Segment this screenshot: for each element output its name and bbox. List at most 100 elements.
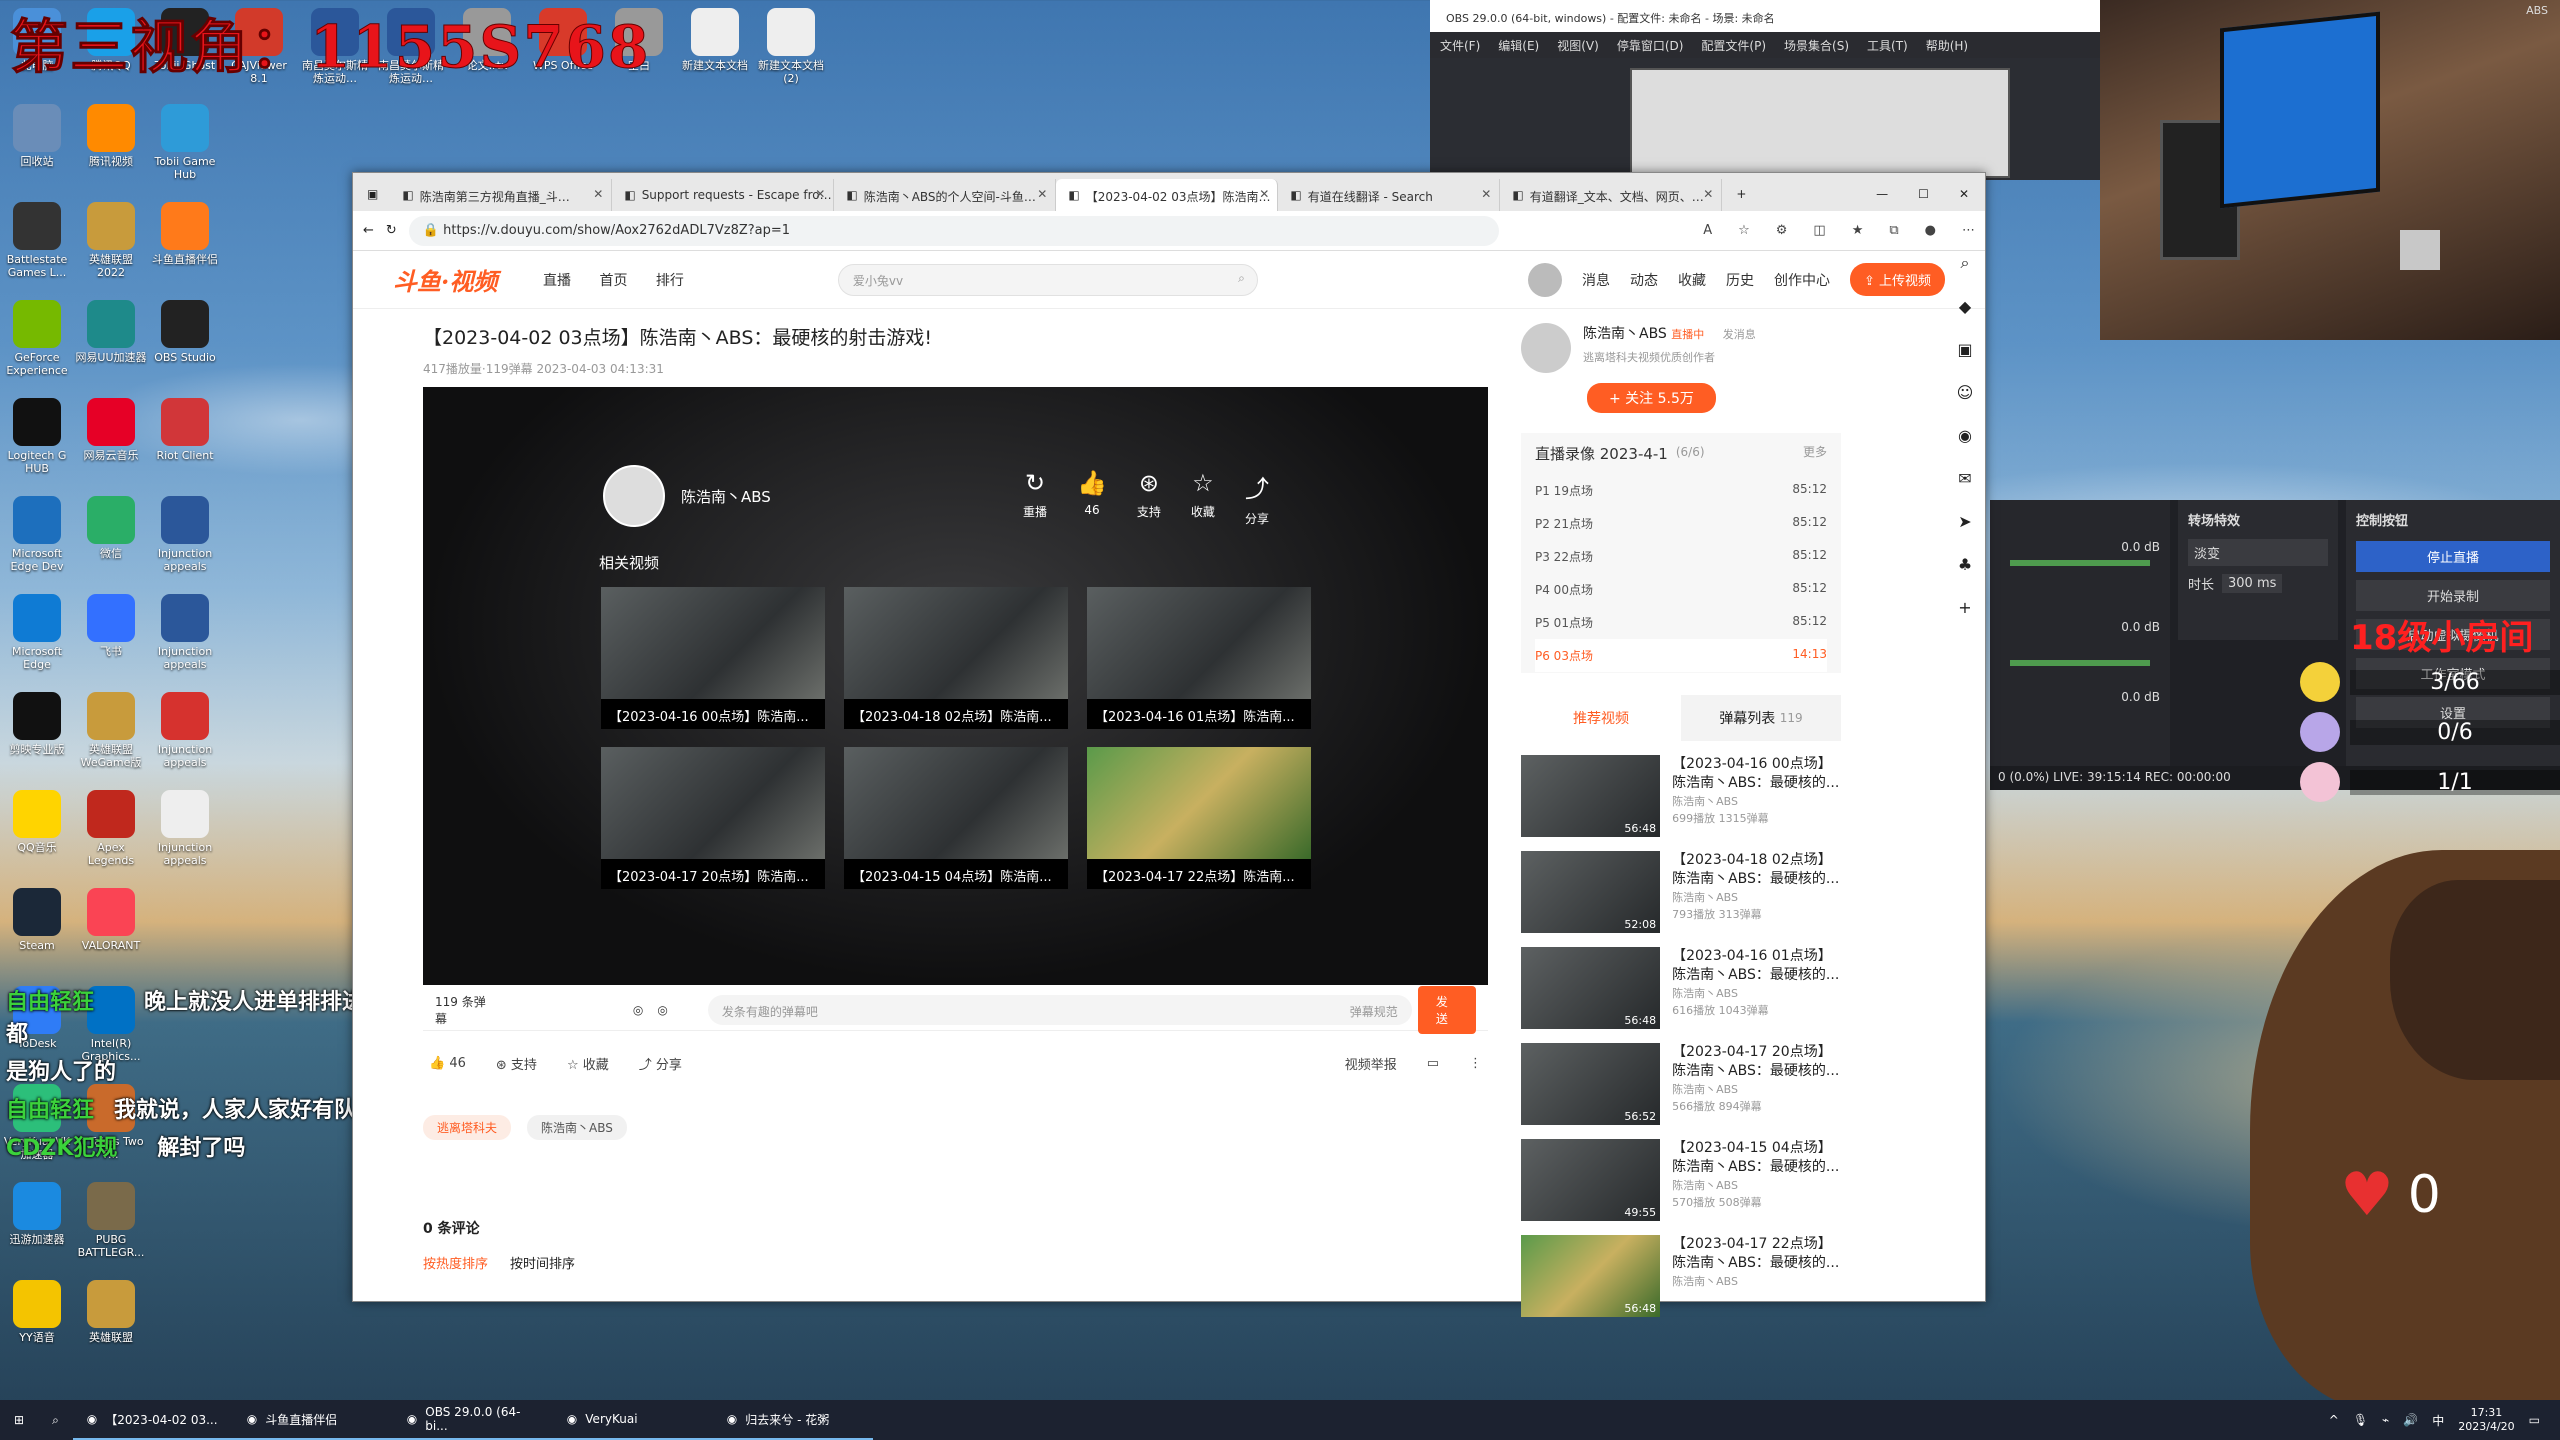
desktop-icon[interactable]: 新建文本文档 (2) (754, 8, 828, 85)
toolbox-icon[interactable]: ▣ (1957, 340, 1972, 359)
desktop-icon[interactable]: 网易云音乐 (74, 398, 148, 462)
desktop-icon[interactable]: Battlestate Games L... (0, 202, 74, 279)
send-danmaku-button[interactable]: 发送 (1417, 985, 1476, 1034)
desktop-icon[interactable]: 微信 (74, 496, 148, 560)
playlist-item[interactable]: P6 03点场 14:13 (1535, 639, 1827, 672)
share-button[interactable]: ⤴ 分享 (1245, 469, 1269, 527)
send-message-link[interactable]: 发消息 (1723, 328, 1756, 341)
desktop-icon[interactable]: 回收站 (0, 104, 74, 168)
maximize-icon[interactable]: ☐ (1918, 187, 1929, 201)
site-search-input[interactable]: 爱小兔vv ⌕ (837, 263, 1258, 296)
share-action[interactable]: ⤴ 分享 (639, 1054, 682, 1073)
desktop-icon[interactable]: Microsoft Edge (0, 594, 74, 671)
playlist-item[interactable]: P2 21点场 85:12 (1535, 507, 1827, 540)
like-button[interactable]: 👍 46 (1077, 469, 1107, 527)
desktop-icon[interactable]: 斗鱼直播伴侣 (148, 202, 222, 266)
taskbar-app[interactable]: ◉ OBS 29.0.0 (64-bi... (392, 1400, 553, 1440)
office-icon[interactable]: ◉ (1958, 426, 1972, 445)
tag[interactable]: 逃离塔科夫 (423, 1115, 512, 1140)
notification-icon[interactable]: ▭ (2529, 1413, 2540, 1427)
playlist-more-link[interactable]: 更多 (1803, 443, 1827, 464)
tab-actions-icon[interactable]: ▣ (363, 187, 390, 211)
network-icon[interactable]: ⌁ (2382, 1413, 2389, 1427)
uploader-avatar[interactable] (603, 465, 665, 527)
add-icon[interactable]: + (1958, 598, 1971, 617)
taskbar-app[interactable]: ◉ VeryKuai (552, 1400, 713, 1440)
duration-input[interactable]: 300 ms (2222, 574, 2283, 593)
obs-menu-docks[interactable]: 停靠窗口(D) (1617, 37, 1684, 53)
tree-icon[interactable]: ♣ (1958, 555, 1972, 574)
recommended-item[interactable]: 56:48 【2023-04-16 00点场】陈浩南丶ABS：最硬核的... 陈浩… (1521, 755, 1841, 837)
desktop-icon[interactable]: GeForce Experience (0, 300, 74, 377)
related-video-card[interactable]: 【2023-04-16 00点场】陈浩南... (601, 587, 825, 729)
split-icon[interactable]: ◫ (1813, 223, 1825, 238)
playlist-item[interactable]: P5 01点场 85:12 (1535, 606, 1827, 639)
playlist-item[interactable]: P3 22点场 85:12 (1535, 540, 1827, 573)
tag[interactable]: 陈浩南丶ABS (527, 1115, 627, 1140)
like-action[interactable]: 👍 46 (429, 1056, 466, 1071)
close-tab-icon[interactable]: ✕ (593, 187, 603, 201)
desktop-icon[interactable]: Injunction appeals (148, 790, 222, 867)
refresh-icon[interactable]: ↻ (386, 223, 397, 238)
recommended-item[interactable]: 49:55 【2023-04-15 04点场】陈浩南丶ABS：最硬核的... 陈浩… (1521, 1139, 1841, 1221)
recommended-item[interactable]: 52:08 【2023-04-18 02点场】陈浩南丶ABS：最硬核的... 陈浩… (1521, 851, 1841, 933)
volume-icon[interactable]: 🔊 (2403, 1413, 2418, 1427)
nav-live[interactable]: 直播 (543, 273, 571, 289)
browser-tab[interactable]: ◧ 陈浩南第三方视角直播_斗… ✕ (390, 179, 613, 211)
mic-icon[interactable]: 🎙 (2353, 1413, 2368, 1427)
profile-icon[interactable]: ● (1925, 223, 1936, 238)
desktop-icon[interactable]: OBS Studio (148, 300, 222, 364)
nav-favorites[interactable]: 收藏 (1678, 270, 1706, 290)
desktop-icon[interactable]: 飞书 (74, 594, 148, 658)
desktop-icon[interactable]: 新建文本文档 (678, 8, 752, 72)
related-video-card[interactable]: 【2023-04-16 01点场】陈浩南... (1087, 587, 1311, 729)
related-video-card[interactable]: 【2023-04-15 04点场】陈浩南... (844, 747, 1068, 889)
url-field[interactable]: 🔒 https://v.douyu.com/show/Aox2762dADL7V… (408, 215, 1499, 246)
taskbar-app[interactable]: ◉ 斗鱼直播伴侣 (232, 1400, 393, 1440)
related-video-card[interactable]: 【2023-04-17 20点场】陈浩南... (601, 747, 825, 889)
tray-arrow-icon[interactable]: ^ (2329, 1413, 2339, 1427)
danmaku-rules-link[interactable]: 弹幕规范 (1350, 1003, 1398, 1019)
tablet-icon[interactable]: ▭ (1427, 1056, 1439, 1071)
collections-icon[interactable]: ⧉ (1889, 223, 1898, 238)
favorite-icon[interactable]: ☆ (1738, 223, 1750, 238)
replay-button[interactable]: ↻ 重播 (1023, 469, 1047, 527)
playlist-item[interactable]: P4 00点场 85:12 (1535, 573, 1827, 606)
playlist-item[interactable]: P1 19点场 85:12 (1535, 474, 1827, 507)
live-badge[interactable]: 直播中 (1671, 328, 1704, 341)
uploader-name[interactable]: 陈浩南丶ABS (1583, 326, 1667, 342)
search-icon[interactable]: ⌕ (1238, 271, 1245, 286)
start-record-button[interactable]: 开始录制 (2356, 580, 2550, 611)
desktop-icon[interactable]: QQ音乐 (0, 790, 74, 854)
desktop-icon[interactable]: Tobii Game Hub (148, 104, 222, 181)
obs-window[interactable]: OBS 29.0.0 (64-bit, windows) - 配置文件: 未命名… (1430, 0, 2100, 180)
related-video-card[interactable]: 【2023-04-17 22点场】陈浩南... (1087, 747, 1311, 889)
nav-history[interactable]: 历史 (1726, 270, 1754, 290)
read-aloud-icon[interactable]: A (1703, 223, 1712, 238)
more-icon[interactable]: ⋯ (1962, 223, 1975, 238)
desktop-icon[interactable]: Microsoft Edge Dev (0, 496, 74, 573)
obs-titlebar[interactable]: OBS 29.0.0 (64-bit, windows) - 配置文件: 未命名… (1430, 0, 2100, 32)
desktop-icon[interactable]: 英雄联盟 WeGame版 (74, 692, 148, 769)
new-tab-button[interactable]: + (1722, 187, 1760, 211)
tab-recommended[interactable]: 推荐视频 (1521, 695, 1681, 741)
send-icon[interactable]: ➤ (1958, 512, 1971, 531)
upload-video-button[interactable]: ⇪ 上传视频 (1849, 263, 1945, 296)
nav-home[interactable]: 首页 (599, 273, 627, 289)
nav-feed[interactable]: 动态 (1630, 270, 1658, 290)
outlook-icon[interactable]: ✉ (1958, 469, 1971, 488)
desktop-icon[interactable]: 英雄联盟 2022 (74, 202, 148, 279)
desktop-icon[interactable]: 英雄联盟 (74, 1280, 148, 1344)
desktop-icon[interactable]: Steam (0, 888, 74, 952)
favorites-icon[interactable]: ★ (1852, 223, 1864, 238)
start-button[interactable]: ⊞ (0, 1400, 38, 1440)
browser-tab[interactable]: ◧ 有道在线翻译 - Search ✕ (1278, 179, 1501, 211)
report-link[interactable]: 视频举报 (1345, 1054, 1397, 1073)
nav-messages[interactable]: 消息 (1582, 270, 1610, 290)
browser-tab[interactable]: ◧ 陈浩南丶ABS的个人空间-斗鱼… ✕ (834, 179, 1057, 211)
danmaku-settings-icon[interactable]: ◎ (657, 1003, 667, 1017)
follow-button[interactable]: + 关注 5.5万 (1587, 383, 1716, 413)
collect-action[interactable]: ☆ 收藏 (567, 1054, 609, 1073)
douyu-logo[interactable]: 斗鱼·视频 (393, 262, 543, 297)
desktop-icon[interactable]: 腾讯视频 (74, 104, 148, 168)
